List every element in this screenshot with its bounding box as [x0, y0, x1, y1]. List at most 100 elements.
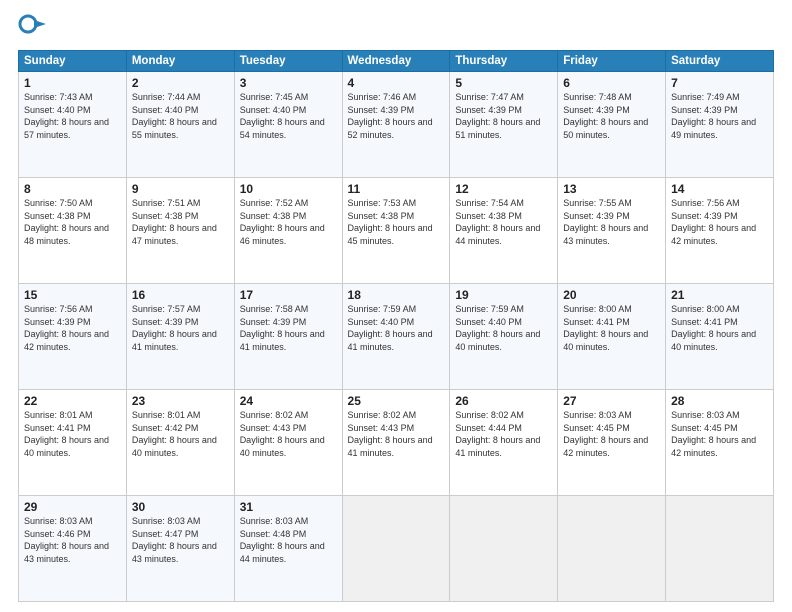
day-cell-26: 26 Sunrise: 8:02 AM Sunset: 4:44 PM Dayl… [450, 390, 558, 496]
empty-cell [558, 496, 666, 602]
day-info: Sunrise: 7:51 AM Sunset: 4:38 PM Dayligh… [132, 197, 229, 247]
day-number: 29 [24, 500, 121, 514]
day-info: Sunrise: 8:03 AM Sunset: 4:45 PM Dayligh… [563, 409, 660, 459]
day-number: 5 [455, 76, 552, 90]
calendar-week-1: 1 Sunrise: 7:43 AM Sunset: 4:40 PM Dayli… [19, 72, 774, 178]
day-number: 17 [240, 288, 337, 302]
day-cell-31: 31 Sunrise: 8:03 AM Sunset: 4:48 PM Dayl… [234, 496, 342, 602]
day-info: Sunrise: 7:55 AM Sunset: 4:39 PM Dayligh… [563, 197, 660, 247]
day-info: Sunrise: 7:50 AM Sunset: 4:38 PM Dayligh… [24, 197, 121, 247]
day-info: Sunrise: 7:47 AM Sunset: 4:39 PM Dayligh… [455, 91, 552, 141]
day-number: 1 [24, 76, 121, 90]
day-info: Sunrise: 7:56 AM Sunset: 4:39 PM Dayligh… [671, 197, 768, 247]
day-number: 13 [563, 182, 660, 196]
empty-cell [666, 496, 774, 602]
day-number: 28 [671, 394, 768, 408]
day-number: 4 [348, 76, 445, 90]
day-info: Sunrise: 7:59 AM Sunset: 4:40 PM Dayligh… [455, 303, 552, 353]
dow-header-sunday: Sunday [19, 51, 127, 72]
day-number: 26 [455, 394, 552, 408]
day-number: 12 [455, 182, 552, 196]
day-cell-21: 21 Sunrise: 8:00 AM Sunset: 4:41 PM Dayl… [666, 284, 774, 390]
day-cell-25: 25 Sunrise: 8:02 AM Sunset: 4:43 PM Dayl… [342, 390, 450, 496]
day-info: Sunrise: 7:58 AM Sunset: 4:39 PM Dayligh… [240, 303, 337, 353]
day-number: 18 [348, 288, 445, 302]
dow-header-monday: Monday [126, 51, 234, 72]
day-cell-10: 10 Sunrise: 7:52 AM Sunset: 4:38 PM Dayl… [234, 178, 342, 284]
day-info: Sunrise: 7:59 AM Sunset: 4:40 PM Dayligh… [348, 303, 445, 353]
day-info: Sunrise: 8:03 AM Sunset: 4:47 PM Dayligh… [132, 515, 229, 565]
day-info: Sunrise: 8:00 AM Sunset: 4:41 PM Dayligh… [563, 303, 660, 353]
logo-icon [18, 14, 46, 42]
day-info: Sunrise: 7:54 AM Sunset: 4:38 PM Dayligh… [455, 197, 552, 247]
day-number: 22 [24, 394, 121, 408]
day-cell-7: 7 Sunrise: 7:49 AM Sunset: 4:39 PM Dayli… [666, 72, 774, 178]
day-info: Sunrise: 7:45 AM Sunset: 4:40 PM Dayligh… [240, 91, 337, 141]
day-info: Sunrise: 7:57 AM Sunset: 4:39 PM Dayligh… [132, 303, 229, 353]
day-number: 8 [24, 182, 121, 196]
day-info: Sunrise: 8:03 AM Sunset: 4:46 PM Dayligh… [24, 515, 121, 565]
day-number: 10 [240, 182, 337, 196]
day-number: 25 [348, 394, 445, 408]
dow-header-friday: Friday [558, 51, 666, 72]
day-cell-18: 18 Sunrise: 7:59 AM Sunset: 4:40 PM Dayl… [342, 284, 450, 390]
day-cell-30: 30 Sunrise: 8:03 AM Sunset: 4:47 PM Dayl… [126, 496, 234, 602]
day-cell-4: 4 Sunrise: 7:46 AM Sunset: 4:39 PM Dayli… [342, 72, 450, 178]
day-info: Sunrise: 7:46 AM Sunset: 4:39 PM Dayligh… [348, 91, 445, 141]
day-cell-13: 13 Sunrise: 7:55 AM Sunset: 4:39 PM Dayl… [558, 178, 666, 284]
day-info: Sunrise: 8:00 AM Sunset: 4:41 PM Dayligh… [671, 303, 768, 353]
day-number: 15 [24, 288, 121, 302]
day-number: 21 [671, 288, 768, 302]
day-number: 11 [348, 182, 445, 196]
day-cell-12: 12 Sunrise: 7:54 AM Sunset: 4:38 PM Dayl… [450, 178, 558, 284]
day-info: Sunrise: 7:56 AM Sunset: 4:39 PM Dayligh… [24, 303, 121, 353]
day-cell-20: 20 Sunrise: 8:00 AM Sunset: 4:41 PM Dayl… [558, 284, 666, 390]
day-info: Sunrise: 8:03 AM Sunset: 4:48 PM Dayligh… [240, 515, 337, 565]
day-cell-22: 22 Sunrise: 8:01 AM Sunset: 4:41 PM Dayl… [19, 390, 127, 496]
day-info: Sunrise: 8:02 AM Sunset: 4:43 PM Dayligh… [348, 409, 445, 459]
day-cell-16: 16 Sunrise: 7:57 AM Sunset: 4:39 PM Dayl… [126, 284, 234, 390]
day-cell-24: 24 Sunrise: 8:02 AM Sunset: 4:43 PM Dayl… [234, 390, 342, 496]
day-cell-1: 1 Sunrise: 7:43 AM Sunset: 4:40 PM Dayli… [19, 72, 127, 178]
day-cell-29: 29 Sunrise: 8:03 AM Sunset: 4:46 PM Dayl… [19, 496, 127, 602]
calendar-week-2: 8 Sunrise: 7:50 AM Sunset: 4:38 PM Dayli… [19, 178, 774, 284]
dow-header-thursday: Thursday [450, 51, 558, 72]
day-number: 31 [240, 500, 337, 514]
day-number: 2 [132, 76, 229, 90]
day-cell-11: 11 Sunrise: 7:53 AM Sunset: 4:38 PM Dayl… [342, 178, 450, 284]
calendar-week-3: 15 Sunrise: 7:56 AM Sunset: 4:39 PM Dayl… [19, 284, 774, 390]
day-info: Sunrise: 7:53 AM Sunset: 4:38 PM Dayligh… [348, 197, 445, 247]
day-number: 9 [132, 182, 229, 196]
day-info: Sunrise: 7:43 AM Sunset: 4:40 PM Dayligh… [24, 91, 121, 141]
logo [18, 14, 50, 42]
day-info: Sunrise: 7:48 AM Sunset: 4:39 PM Dayligh… [563, 91, 660, 141]
day-number: 30 [132, 500, 229, 514]
day-number: 6 [563, 76, 660, 90]
day-cell-15: 15 Sunrise: 7:56 AM Sunset: 4:39 PM Dayl… [19, 284, 127, 390]
day-cell-17: 17 Sunrise: 7:58 AM Sunset: 4:39 PM Dayl… [234, 284, 342, 390]
day-cell-5: 5 Sunrise: 7:47 AM Sunset: 4:39 PM Dayli… [450, 72, 558, 178]
day-info: Sunrise: 7:44 AM Sunset: 4:40 PM Dayligh… [132, 91, 229, 141]
day-number: 14 [671, 182, 768, 196]
header [18, 14, 774, 42]
day-info: Sunrise: 8:02 AM Sunset: 4:43 PM Dayligh… [240, 409, 337, 459]
day-cell-23: 23 Sunrise: 8:01 AM Sunset: 4:42 PM Dayl… [126, 390, 234, 496]
calendar-table: SundayMondayTuesdayWednesdayThursdayFrid… [18, 50, 774, 602]
day-number: 3 [240, 76, 337, 90]
day-number: 23 [132, 394, 229, 408]
day-cell-28: 28 Sunrise: 8:03 AM Sunset: 4:45 PM Dayl… [666, 390, 774, 496]
empty-cell [450, 496, 558, 602]
day-number: 27 [563, 394, 660, 408]
day-of-week-header-row: SundayMondayTuesdayWednesdayThursdayFrid… [19, 51, 774, 72]
day-info: Sunrise: 7:52 AM Sunset: 4:38 PM Dayligh… [240, 197, 337, 247]
day-info: Sunrise: 8:01 AM Sunset: 4:42 PM Dayligh… [132, 409, 229, 459]
day-info: Sunrise: 7:49 AM Sunset: 4:39 PM Dayligh… [671, 91, 768, 141]
day-number: 7 [671, 76, 768, 90]
empty-cell [342, 496, 450, 602]
day-cell-14: 14 Sunrise: 7:56 AM Sunset: 4:39 PM Dayl… [666, 178, 774, 284]
dow-header-tuesday: Tuesday [234, 51, 342, 72]
day-info: Sunrise: 8:01 AM Sunset: 4:41 PM Dayligh… [24, 409, 121, 459]
day-cell-9: 9 Sunrise: 7:51 AM Sunset: 4:38 PM Dayli… [126, 178, 234, 284]
day-number: 19 [455, 288, 552, 302]
dow-header-wednesday: Wednesday [342, 51, 450, 72]
